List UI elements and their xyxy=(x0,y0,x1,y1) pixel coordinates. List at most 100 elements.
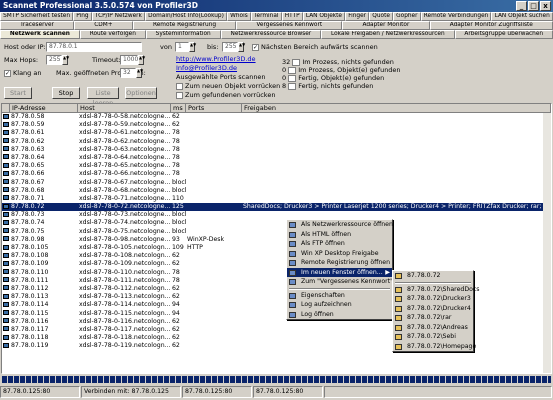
cell-ports xyxy=(186,187,242,195)
tab-ping[interactable]: Ping xyxy=(73,12,92,21)
table-row[interactable]: 87.78.0.74 xdsl-87-78-0-74.netcologne....… xyxy=(2,219,551,227)
menu-open-new-window[interactable]: Im neuen Fenster öffnen... ▶ xyxy=(287,267,392,277)
timeout-spinner[interactable]: ▲▼ xyxy=(138,55,145,65)
table-row[interactable]: 87.78.0.59 xdsl-87-78-0-59.netcologne....… xyxy=(2,121,551,129)
tab-finger[interactable]: Finger xyxy=(345,12,370,21)
tab-netzwerk-scannen[interactable]: Netzwerk scannen xyxy=(0,30,80,39)
opt-new-object[interactable]: Zum neuen Objekt vorrücken xyxy=(176,82,280,90)
menu-remote-registry[interactable]: Remote Registrierung öffnen xyxy=(287,258,392,268)
menu-open-ftp[interactable]: Als FTP öffnen xyxy=(287,239,392,249)
table-row[interactable]: 87.78.0.62 xdsl-87-78-0-62.netcologne....… xyxy=(2,138,551,146)
options-button[interactable]: Optionen xyxy=(125,87,157,99)
minimize-button[interactable]: _ xyxy=(516,1,527,11)
tab-lokale-freigaben[interactable]: Lokale Freigaben / Netzwerkressourcen xyxy=(321,30,455,39)
menu-log-record[interactable]: Log aufzeichnen xyxy=(287,300,392,310)
tab-netzwerkressource-browser[interactable]: Netzwerkressource Browser xyxy=(220,30,322,39)
website-link[interactable]: http://www.Profiler3D.de xyxy=(176,55,256,63)
table-row[interactable]: 87.78.0.64 xdsl-87-78-0-64.netcologne....… xyxy=(2,154,551,162)
table-row[interactable]: 87.78.0.72 xdsl-87-78-0-72.netcologne....… xyxy=(2,203,551,212)
tab-traceserver[interactable]: Traceserver xyxy=(0,21,75,30)
table-row[interactable]: 87.78.0.108 xdsl-87-78-0-108.netcologn...… xyxy=(2,252,551,260)
menu-open-netres[interactable]: Als Netzwerkressource öffnen xyxy=(287,220,393,230)
close-button[interactable]: x xyxy=(540,1,551,11)
table-row[interactable]: 87.78.0.68 xdsl-87-78-0-68.netcologne....… xyxy=(2,187,551,195)
tab-arbeitsgruppe[interactable]: Arbeitsgruppe überwachen xyxy=(454,30,553,39)
checkbox-icon[interactable] xyxy=(176,91,183,99)
menu-open-html[interactable]: Als HTML öffnen xyxy=(287,230,392,240)
stop-button[interactable]: Stop xyxy=(52,87,80,99)
clear-list-button[interactable]: Liste leeren xyxy=(87,87,119,107)
email-link[interactable]: Info@Profiler3D.de xyxy=(176,64,237,72)
checkbox-checked-icon[interactable]: ✓ xyxy=(4,69,11,77)
klang-checkbox[interactable]: ✓ Klang an xyxy=(4,69,41,77)
max-hops-spinner[interactable]: ▲▼ xyxy=(62,55,69,65)
header-ip[interactable]: IP-Adresse xyxy=(10,104,78,113)
menu-winxp-share[interactable]: Win XP Desktop Freigabe xyxy=(287,249,392,259)
table-row[interactable]: 87.78.0.109 xdsl-87-78-0-109.netcologn...… xyxy=(2,260,551,268)
tab-smtp[interactable]: SMTP Sicherheit testen xyxy=(0,12,74,21)
maximize-button[interactable]: □ xyxy=(528,1,539,11)
tab-cdm[interactable]: CDM+ xyxy=(74,21,133,30)
table-row[interactable]: 87.78.0.61 xdsl-87-78-0-61.netcologne....… xyxy=(2,129,551,137)
tab-http[interactable]: HTTP xyxy=(281,12,303,21)
submenu-item[interactable]: 87.78.0.72\Drucker4 xyxy=(393,304,473,314)
table-row[interactable]: 87.78.0.63 xdsl-87-78-0-63.netcologne....… xyxy=(2,146,551,154)
tab-tcpip[interactable]: TCP/IP Netzwerk xyxy=(91,12,146,21)
header-ms[interactable]: ms xyxy=(171,104,186,113)
menu-properties[interactable]: Eigenschaften xyxy=(287,291,392,301)
next-range-checkbox[interactable]: ✓ Nächsten Bereich aufwärts scannen xyxy=(252,43,378,51)
submenu-item[interactable]: 87.78.0.72 xyxy=(393,271,473,281)
tab-remote-registrierung[interactable]: Remote Registrierung xyxy=(132,21,237,30)
von-input[interactable]: 1 xyxy=(175,42,189,52)
opt-found[interactable]: Zum gefundenen vorrücken xyxy=(176,91,275,99)
tab-systeminformation[interactable]: Systeminformation xyxy=(145,30,221,39)
table-row[interactable]: 87.78.0.58 xdsl-87-78-0-58.netcologne....… xyxy=(2,113,551,121)
tab-adapter-zugriffsliste[interactable]: Adapter Monitor Zugriffsliste xyxy=(429,21,553,30)
table-row[interactable]: 87.78.0.73 xdsl-87-78-0-73.netcologne....… xyxy=(2,211,551,219)
tab-whois[interactable]: Whois xyxy=(227,12,251,21)
submenu-item[interactable]: 87.78.0.72\SharedDocs xyxy=(393,285,480,295)
menu-forgotten-password[interactable]: Zum "Vergessenes Kennwort" xyxy=(287,277,393,287)
vertical-scrollbar[interactable] xyxy=(543,113,551,373)
menu-log-open[interactable]: Log öffnen xyxy=(287,310,392,320)
checkbox-checked-icon[interactable]: ✓ xyxy=(252,43,259,51)
host-input[interactable]: 87.78.0.1 xyxy=(46,42,142,52)
tab-lan-objekt-suchen[interactable]: LAN Objekt suchen xyxy=(491,12,553,21)
max-proc-input[interactable]: 32 xyxy=(120,68,136,78)
table-row[interactable]: 87.78.0.71 xdsl-87-78-0-71.netcologne....… xyxy=(2,195,551,203)
computer-icon xyxy=(3,334,9,340)
start-button[interactable]: Start xyxy=(4,87,32,99)
table-row[interactable]: 87.78.0.66 xdsl-87-78-0-66.netcologne....… xyxy=(2,170,551,178)
tab-route-verfolgen[interactable]: Route verfolgen xyxy=(79,30,146,39)
cell-ms: 78 xyxy=(172,153,180,161)
von-spinner[interactable]: ▲▼ xyxy=(189,42,196,52)
tab-domain[interactable]: Domain/Host Info(Lookup) xyxy=(145,12,228,21)
submenu-item[interactable]: 87.78.0.72\rar xyxy=(393,313,473,323)
header-freigaben[interactable]: Freigaben xyxy=(242,104,551,113)
tab-lan-objekte[interactable]: LAN Objekte xyxy=(302,12,346,21)
cell-ms: 78 xyxy=(172,162,180,170)
submenu-item[interactable]: 87.78.0.72\Sebi xyxy=(393,332,473,342)
table-row[interactable]: 87.78.0.67 xdsl-87-78-0-67.netcologne....… xyxy=(2,179,551,187)
timeout-input[interactable]: 1000 xyxy=(120,55,138,65)
header-host[interactable]: Host xyxy=(78,104,171,113)
tab-gopher[interactable]: Gopher xyxy=(393,12,421,21)
table-row[interactable]: 87.78.0.105 xdsl-87-78-0-105.netcologn...… xyxy=(2,244,551,252)
checkbox-icon[interactable] xyxy=(176,82,183,90)
submenu-item[interactable]: 87.78.0.72\Drucker3 xyxy=(393,294,473,304)
tab-terminal[interactable]: Terminal xyxy=(250,12,282,21)
tab-vergessenes-kennwort[interactable]: Vergessenes Kennwort xyxy=(236,21,343,30)
max-hops-input[interactable]: 255 xyxy=(46,55,62,65)
bis-spinner[interactable]: ▲▼ xyxy=(238,42,245,52)
tab-adapter-monitor[interactable]: Adapter Monitor xyxy=(342,21,430,30)
bis-input[interactable]: 255 xyxy=(222,42,238,52)
header-ports[interactable]: Ports xyxy=(186,104,242,113)
submenu-item[interactable]: 87.78.0.72\Homepage xyxy=(393,342,476,352)
table-row[interactable]: 87.78.0.65 xdsl-87-78-0-65.netcologne....… xyxy=(2,162,551,170)
submenu-item[interactable]: 87.78.0.72\Andreas xyxy=(393,323,473,333)
tab-quote[interactable]: Quote xyxy=(369,12,394,21)
max-proc-spinner[interactable]: ▲▼ xyxy=(136,68,143,78)
table-row[interactable]: 87.78.0.75 xdsl-87-78-0-75.netcologne....… xyxy=(2,228,551,236)
tab-remote-verbindungen[interactable]: Remote Verbindungen xyxy=(420,12,492,21)
table-row[interactable]: 87.78.0.98 xdsl-87-78-0-98.netcologne....… xyxy=(2,236,551,244)
